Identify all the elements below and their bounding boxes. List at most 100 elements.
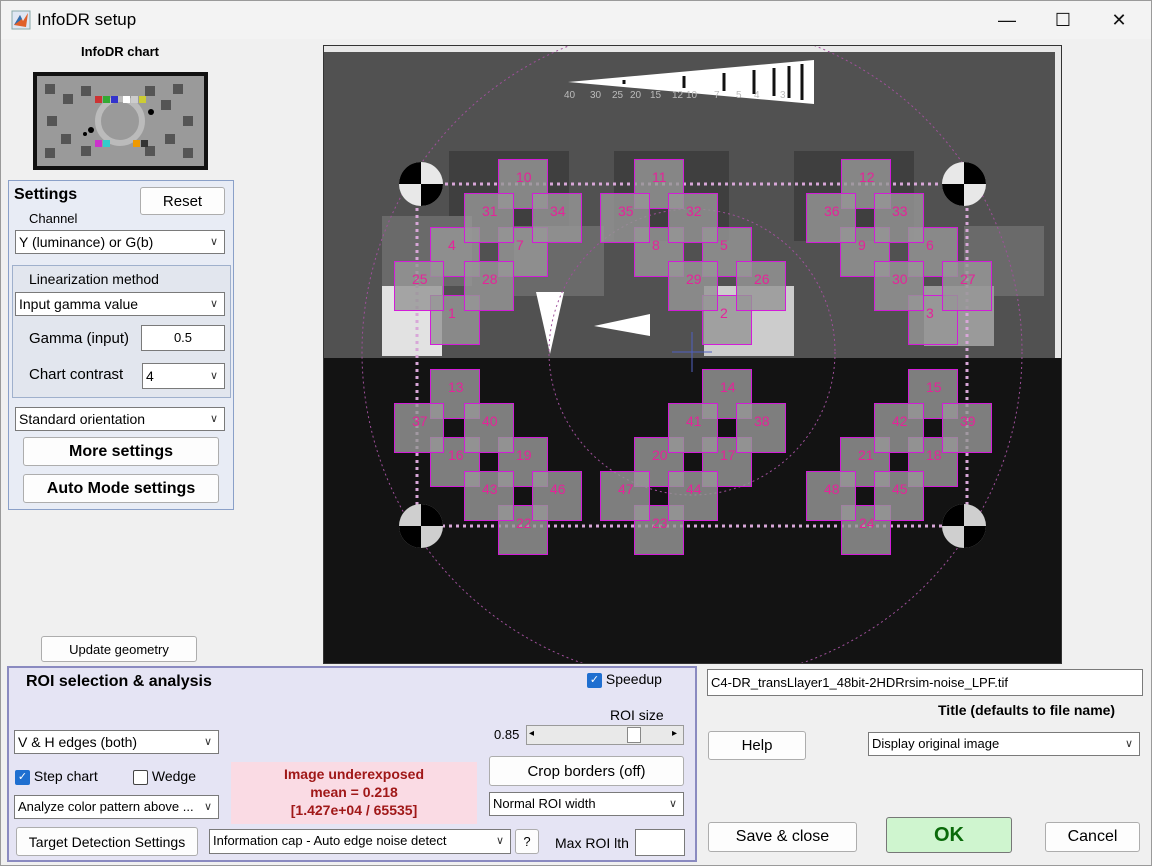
roi-number-label: 2 [720, 305, 728, 321]
update-geometry-button[interactable]: Update geometry [41, 636, 197, 662]
chevron-down-icon: ∨ [1124, 738, 1133, 750]
edges-value: V & H edges (both) [18, 734, 138, 750]
target-detection-button[interactable]: Target Detection Settings [16, 827, 198, 856]
chevron-down-icon: ∨ [203, 801, 212, 813]
roi-number-label: 20 [652, 447, 668, 463]
roi-number-label: 37 [412, 413, 428, 429]
gamma-input[interactable]: 0.5 [141, 325, 225, 351]
speedup-checkbox[interactable]: ✓ Speedup [587, 671, 662, 688]
more-settings-button[interactable]: More settings [23, 437, 219, 466]
roi-size-value: 0.85 [494, 727, 520, 742]
wedge-scale-label: 3 [780, 90, 786, 101]
wedge-scale-label: 5 [736, 90, 742, 101]
roi-number-label: 26 [754, 271, 770, 287]
roi-number-label: 39 [960, 413, 976, 429]
chevron-down-icon: ∨ [495, 835, 504, 847]
window-title: InfoDR setup [37, 10, 137, 29]
roi-number-label: 11 [652, 169, 667, 185]
chart-thumbnail-title: InfoDR chart [81, 44, 159, 59]
channel-label: Channel [29, 211, 78, 226]
channel-value: Y (luminance) or G(b) [19, 234, 154, 250]
settings-title: Settings [14, 186, 78, 203]
roi-number-label: 33 [892, 203, 908, 219]
roi-panel-title: ROI selection & analysis [26, 673, 212, 690]
roi-width-dropdown[interactable]: Normal ROI width ∨ [489, 792, 684, 816]
roi-number-label: 9 [858, 237, 866, 253]
cancel-button[interactable]: Cancel [1045, 822, 1140, 852]
display-mode-dropdown[interactable]: Display original image ∨ [868, 732, 1140, 756]
chart-image-viewer[interactable]: 40 30 25 20 15 12 10 7 5 4 3 1 2 3 4 5 6 7 8 9 10 11 12 13 14 15… [323, 45, 1062, 664]
roi-number-label: 19 [516, 447, 532, 463]
information-cap-help-button[interactable]: ? [515, 829, 539, 854]
wedge-scale-label: 40 [564, 90, 576, 101]
warning-line-1: Image underexposed [283, 766, 425, 782]
slider-thumb[interactable] [627, 727, 641, 743]
roi-number-label: 13 [448, 379, 464, 395]
step-chart-checkbox[interactable]: ✓ Step chart [15, 768, 98, 785]
chevron-down-icon: ∨ [668, 798, 677, 810]
roi-size-label: ROI size [610, 707, 664, 723]
roi-number-label: 43 [482, 481, 498, 497]
title-input[interactable]: C4-DR_transLlayer1_48bit-2HDRrsim-noise_… [707, 669, 1143, 696]
linearization-label: Linearization method [29, 271, 159, 287]
roi-number-label: 48 [824, 481, 840, 497]
linearization-value: Input gamma value [19, 296, 139, 312]
checkbox-empty-icon [133, 769, 148, 785]
roi-number-label: 10 [516, 169, 532, 185]
wedge-scale-label: 25 [612, 90, 624, 101]
max-roi-input[interactable] [635, 829, 685, 856]
roi-number-label: 25 [412, 271, 428, 287]
chevron-down-icon: ∨ [209, 413, 218, 425]
roi-number-label: 3 [926, 305, 934, 321]
wedge-label: Wedge [151, 768, 196, 784]
chart-image [324, 46, 1061, 663]
roi-number-label: 27 [960, 271, 976, 287]
warning-line-3: [1.427e+04 / 65535] [290, 802, 418, 818]
wedge-scale-label: 20 [630, 90, 642, 101]
roi-number-label: 34 [550, 203, 566, 219]
roi-number-label: 17 [720, 447, 736, 463]
chart-contrast-dropdown[interactable]: 4 ∨ [142, 363, 225, 389]
roi-number-label: 47 [618, 481, 634, 497]
roi-number-label: 12 [859, 169, 875, 185]
roi-number-label: 41 [686, 413, 702, 429]
ok-button[interactable]: OK [886, 817, 1012, 853]
roi-number-label: 32 [686, 203, 702, 219]
minimize-button[interactable]: — [979, 1, 1035, 39]
check-icon: ✓ [15, 769, 30, 785]
close-button[interactable]: ✕ [1091, 1, 1147, 39]
linearization-dropdown[interactable]: Input gamma value ∨ [15, 292, 225, 316]
orientation-dropdown[interactable]: Standard orientation ∨ [15, 407, 225, 431]
wedge-scale-label: 30 [590, 90, 602, 101]
roi-number-label: 18 [926, 447, 942, 463]
analyze-value: Analyze color pattern above ... [18, 799, 194, 814]
roi-number-label: 42 [892, 413, 908, 429]
edges-dropdown[interactable]: V & H edges (both) ∨ [14, 730, 219, 754]
analyze-dropdown[interactable]: Analyze color pattern above ... ∨ [14, 795, 219, 819]
maximize-button[interactable]: ☐ [1035, 1, 1091, 39]
wedge-scale-label: 4 [754, 90, 760, 101]
wedge-scale-label: 12 [672, 90, 684, 101]
roi-number-label: 5 [720, 237, 728, 253]
crop-borders-button[interactable]: Crop borders (off) [489, 756, 684, 786]
help-button[interactable]: Help [708, 731, 806, 760]
wedge-scale-label: 15 [650, 90, 662, 101]
roi-number-label: 16 [448, 447, 464, 463]
information-cap-dropdown[interactable]: Information cap - Auto edge noise detect… [209, 829, 511, 854]
save-close-button[interactable]: Save & close [708, 822, 857, 852]
wedge-checkbox[interactable]: Wedge [133, 768, 196, 785]
roi-number-label: 14 [720, 379, 736, 395]
orientation-value: Standard orientation [19, 411, 146, 427]
channel-dropdown[interactable]: Y (luminance) or G(b) ∨ [15, 230, 225, 254]
roi-number-label: 30 [892, 271, 908, 287]
roi-size-slider[interactable]: ◂ ▸ [526, 725, 684, 745]
roi-number-label: 46 [550, 481, 566, 497]
roi-number-label: 36 [824, 203, 840, 219]
slider-left-arrow-icon[interactable]: ◂ [529, 728, 534, 739]
reset-button[interactable]: Reset [140, 187, 225, 215]
roi-number-label: 35 [618, 203, 634, 219]
slider-right-arrow-icon[interactable]: ▸ [672, 728, 677, 739]
chart-contrast-label: Chart contrast [29, 366, 124, 383]
roi-number-label: 15 [926, 379, 942, 395]
auto-mode-settings-button[interactable]: Auto Mode settings [23, 474, 219, 503]
